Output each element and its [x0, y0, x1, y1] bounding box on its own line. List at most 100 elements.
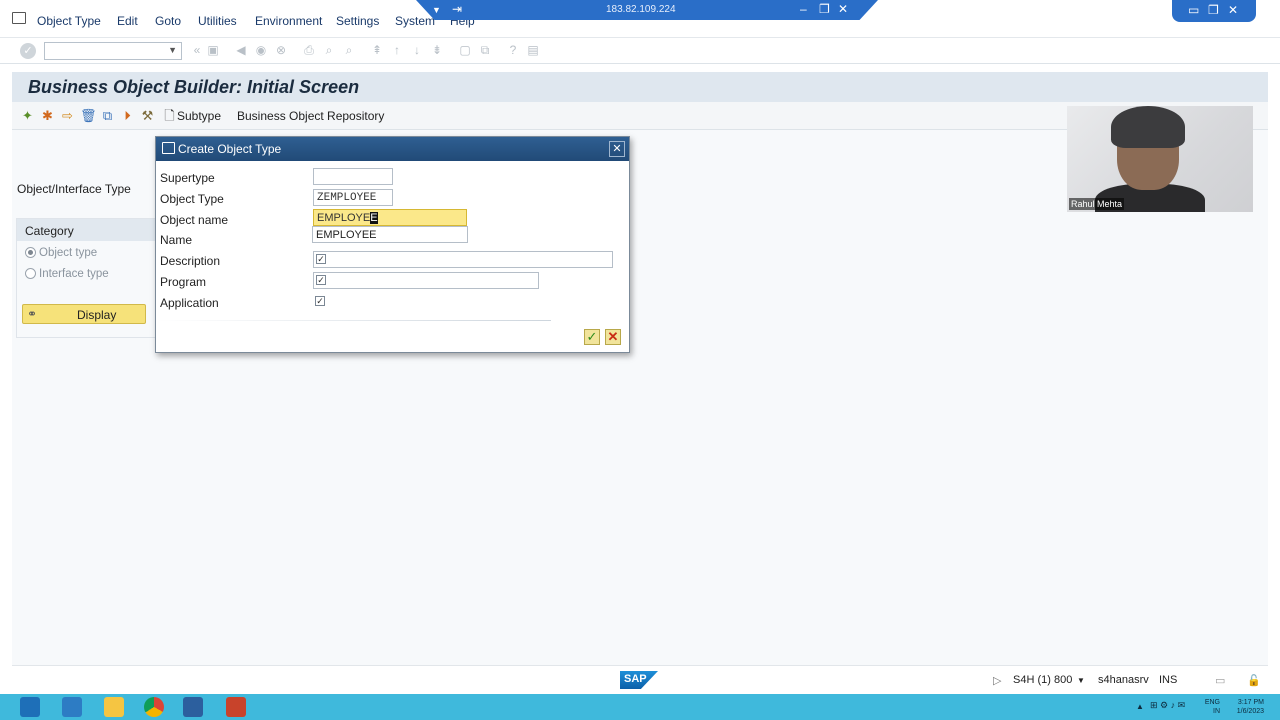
menu-object-type[interactable]: Object Type — [37, 14, 101, 28]
subtype-button[interactable]: Subtype — [177, 109, 221, 123]
play-icon[interactable]: ▷ — [993, 674, 1001, 687]
window-controls: ▭ ❐ ✕ — [1172, 0, 1256, 22]
supertype-field[interactable] — [313, 168, 393, 185]
pin-icon[interactable]: ⇥ — [452, 2, 462, 16]
server-name: s4hanasrv — [1098, 674, 1149, 686]
unlock-icon[interactable]: 🔓 — [1247, 674, 1261, 687]
menu-settings[interactable]: Settings — [336, 14, 379, 28]
close-icon[interactable]: ✕ — [1228, 3, 1238, 17]
print-icon[interactable]: ⎙ — [302, 43, 316, 57]
change-icon[interactable]: ✱ — [40, 108, 55, 123]
required-checkbox-icon: ✓ — [316, 254, 326, 264]
business-object-repository-button[interactable]: Business Object Repository — [237, 109, 384, 123]
next-page-icon[interactable]: ↓ — [410, 43, 424, 57]
object-name-value: EMPLOYE — [317, 212, 371, 224]
menu-goto[interactable]: Goto — [155, 14, 181, 28]
webcam-overlay: Rahul Mehta — [1067, 106, 1253, 212]
clock-date: 1/6/2023 — [1236, 708, 1264, 715]
last-page-icon[interactable]: ⇟ — [430, 43, 444, 57]
cancel-icon[interactable]: ⊗ — [274, 43, 288, 57]
sap-logon-icon[interactable] — [183, 697, 203, 717]
menu-system[interactable]: System — [395, 14, 435, 28]
first-page-icon[interactable]: ⇞ — [370, 43, 384, 57]
close-icon[interactable]: ✕ — [609, 141, 625, 157]
system-info[interactable]: S4H (1) 800 — [1013, 674, 1072, 686]
dialog-header: Create Object Type ✕ — [156, 137, 629, 161]
tray-icons[interactable]: ⊞ ⚙ ♪ ✉ — [1150, 701, 1185, 710]
radio-selected-icon[interactable] — [25, 247, 36, 258]
back-arrows-icon[interactable]: « — [190, 43, 204, 57]
exit-icon[interactable]: ◉ — [254, 43, 268, 57]
file-explorer-icon[interactable] — [104, 697, 124, 717]
name-label: Name — [160, 233, 193, 247]
close-icon[interactable]: ✕ — [838, 2, 848, 16]
test-icon[interactable]: ⏵ — [120, 108, 135, 123]
tools-icon[interactable]: ⚒ — [140, 108, 155, 123]
back-icon[interactable]: ◀ — [234, 43, 248, 57]
rename-icon[interactable]: ⧉ — [100, 108, 115, 123]
shortcut-icon[interactable]: ⧉ — [478, 43, 492, 57]
object-name-field[interactable]: EMPLOYEE — [313, 209, 467, 226]
powerpoint-icon[interactable] — [226, 697, 246, 717]
title-bar: Business Object Builder: Initial Screen — [12, 72, 1268, 102]
menu-edit[interactable]: Edit — [117, 14, 138, 28]
confirm-button[interactable]: ✓ — [584, 329, 600, 345]
radio-object-type-label: Object type — [39, 247, 98, 259]
document-icon: 🗋 — [164, 108, 175, 123]
chevron-down-icon[interactable]: ▼ — [168, 45, 177, 55]
insert-mode[interactable]: INS — [1159, 674, 1177, 686]
help-icon[interactable]: ? — [506, 43, 520, 57]
new-session-icon[interactable]: ▢ — [458, 43, 472, 57]
create-object-icon — [162, 142, 175, 154]
layout-menu-icon[interactable]: ▤ — [526, 43, 540, 57]
object-name-label: Object name — [160, 213, 229, 227]
cancel-button[interactable]: ✕ — [605, 329, 621, 345]
menu-utilities[interactable]: Utilities — [198, 14, 237, 28]
save-icon[interactable]: ▣ — [206, 43, 220, 57]
windows-taskbar: ▲ ⊞ ⚙ ♪ ✉ ENG IN 3:17 PM 1/6/2023 — [0, 694, 1280, 720]
copy-icon[interactable]: ⇨ — [60, 108, 75, 123]
previous-page-icon[interactable]: ↑ — [390, 43, 404, 57]
required-checkbox-icon: ✓ — [316, 275, 326, 285]
find-icon[interactable]: ⌕ — [322, 43, 336, 57]
chevron-down-icon[interactable]: ▼ — [1077, 676, 1085, 685]
enter-icon[interactable]: ✓ — [20, 43, 36, 59]
clock[interactable]: 3:17 PM 1/6/2023 — [1222, 698, 1264, 716]
description-field[interactable]: ✓ — [313, 251, 613, 268]
category-heading: Category — [17, 219, 155, 241]
text-cursor: E — [370, 212, 378, 224]
restore-icon[interactable]: ❐ — [1208, 3, 1219, 17]
radio-interface-type-label: Interface type — [39, 268, 109, 280]
layout-icon[interactable]: ▭ — [1215, 674, 1225, 687]
menu-environment[interactable]: Environment — [255, 14, 322, 28]
chevron-down-icon[interactable]: ▼ — [432, 5, 441, 15]
program-label: Program — [160, 275, 207, 289]
language-code: ENG — [1204, 699, 1220, 706]
command-field[interactable]: ▼ — [44, 42, 182, 60]
radio-unselected-icon[interactable] — [25, 268, 36, 279]
minimize-icon[interactable]: – — [800, 2, 807, 16]
minimize-icon[interactable]: ▭ — [1188, 3, 1199, 17]
autocomplete-suggestion[interactable]: EMPLOYEE — [312, 226, 468, 243]
radio-interface-type[interactable]: Interface type — [25, 268, 109, 280]
sap-menu-icon[interactable] — [12, 12, 26, 24]
delete-icon[interactable]: 🗑 — [80, 108, 97, 123]
start-icon[interactable] — [20, 697, 40, 717]
application-checkbox[interactable]: ✓ — [315, 296, 325, 306]
application-label: Application — [160, 296, 219, 310]
radio-object-type[interactable]: Object type — [25, 247, 97, 259]
restore-icon[interactable]: ❐ — [819, 2, 830, 16]
chevron-up-icon[interactable]: ▲ — [1136, 702, 1144, 711]
powershell-icon[interactable] — [62, 697, 82, 717]
standard-toolbar: ✓ ▼ « ▣ ◀ ◉ ⊗ ⎙ ⌕ ⌕ ⇞ ↑ ↓ ⇟ ▢ ⧉ ? ▤ — [0, 38, 1280, 64]
create-icon[interactable]: ✦ — [20, 108, 35, 123]
find-next-icon[interactable]: ⌕ — [342, 43, 356, 57]
language-indicator[interactable]: ENG IN — [1198, 698, 1220, 716]
object-type-field[interactable]: ZEMPLOYEE — [313, 189, 393, 206]
dialog-separator — [156, 320, 551, 321]
description-label: Description — [160, 254, 221, 268]
chrome-icon[interactable] — [144, 697, 164, 717]
display-button[interactable]: ⚭ Display — [22, 304, 146, 324]
create-object-type-dialog: Create Object Type ✕ Supertype Object Ty… — [155, 136, 630, 353]
program-field[interactable]: ✓ — [313, 272, 539, 289]
